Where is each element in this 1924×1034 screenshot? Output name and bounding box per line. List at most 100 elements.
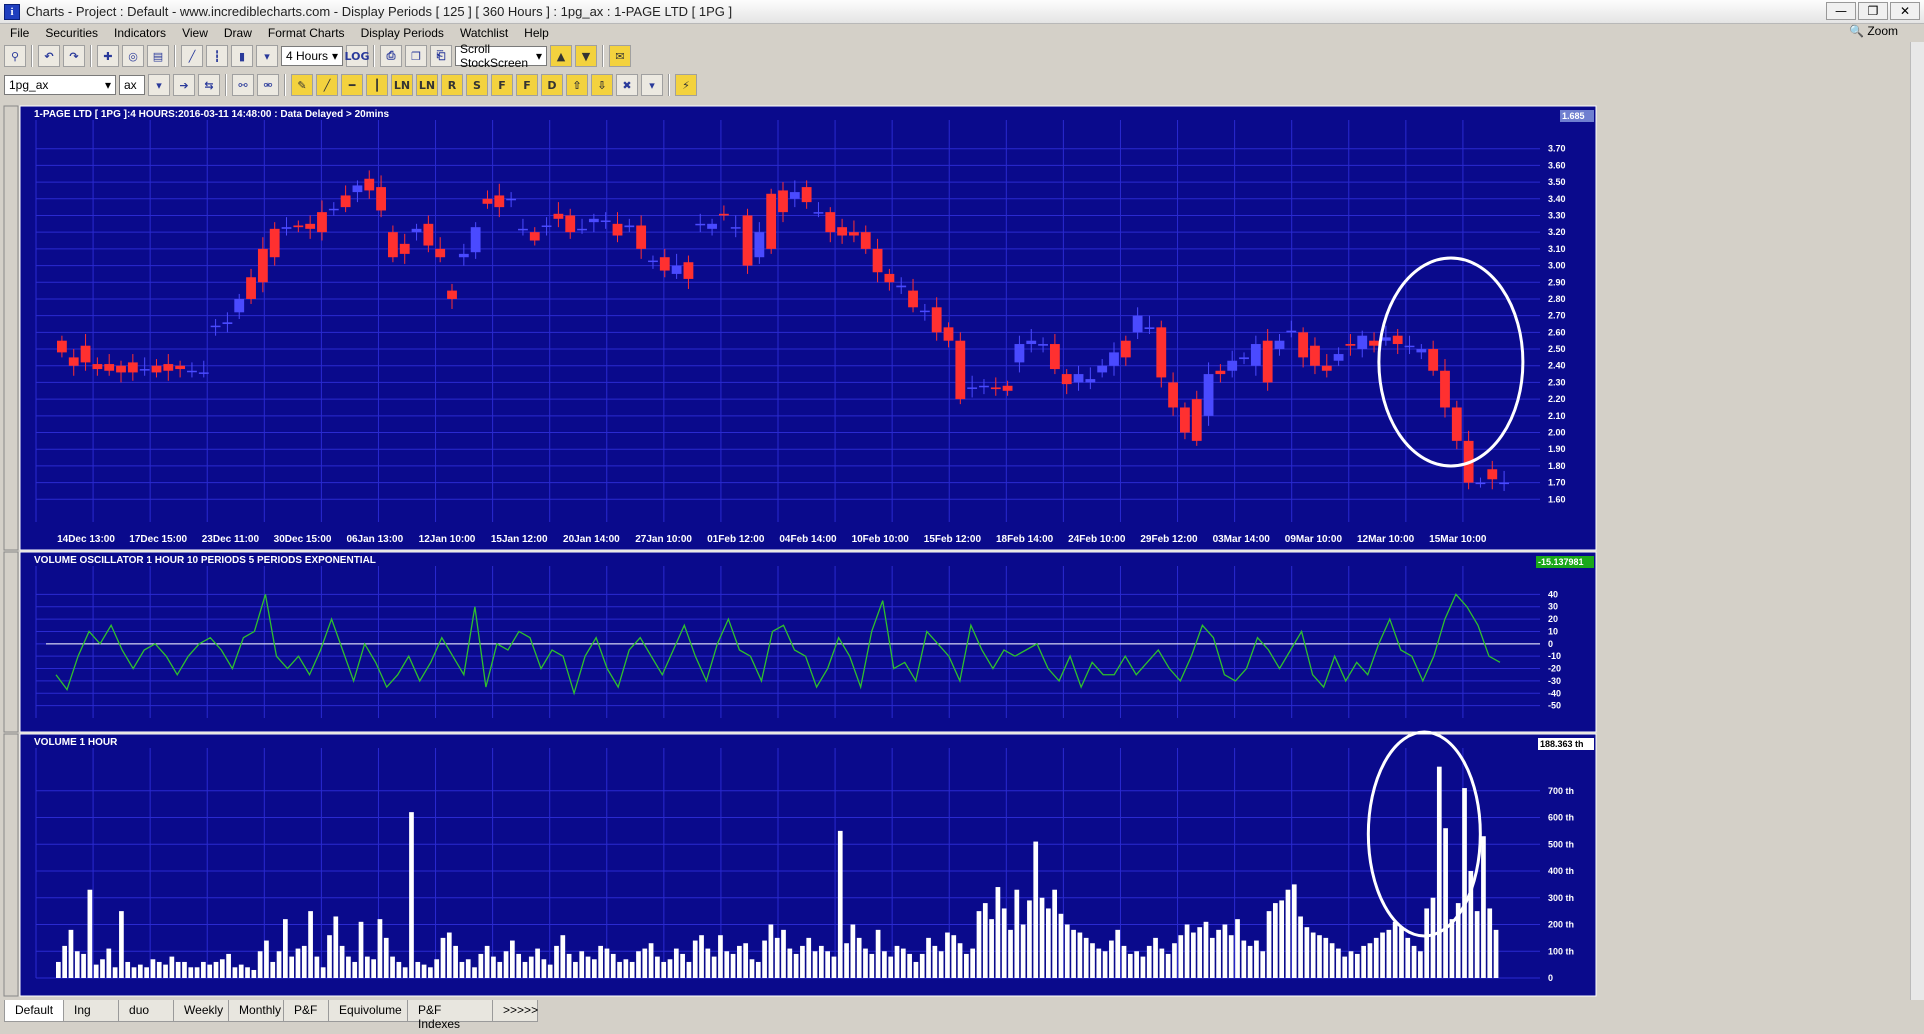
line-tool-r[interactable]: R: [441, 74, 463, 96]
down-arrow-marker-icon[interactable]: ⇩: [591, 74, 613, 96]
volume-bar: [629, 961, 635, 978]
horizontal-line-icon[interactable]: ━: [341, 74, 363, 96]
next-security-icon[interactable]: ➔: [173, 74, 195, 96]
line-tool-s[interactable]: S: [466, 74, 488, 96]
menu-view[interactable]: View: [182, 26, 208, 40]
volume-bar: [188, 967, 194, 978]
line-tool-f[interactable]: F: [491, 74, 513, 96]
tab-equivolume[interactable]: Equivolume: [328, 1000, 409, 1022]
arrow-down-icon[interactable]: ▼: [575, 45, 597, 67]
candle: [352, 185, 363, 193]
volume-bar: [440, 937, 446, 978]
volume-bar: [749, 959, 755, 978]
exchange-dropdown-icon[interactable]: ▾: [148, 74, 170, 96]
tab-weekly[interactable]: Weekly: [173, 1000, 230, 1022]
volume-bar: [497, 961, 503, 978]
volume-bar: [1096, 948, 1102, 978]
time-axis-label: 06Jan 13:00: [346, 534, 403, 545]
trendline-icon[interactable]: ╱: [316, 74, 338, 96]
volume-bar: [156, 961, 162, 978]
binoculars-icon[interactable]: ⚯: [232, 74, 254, 96]
tab-ing[interactable]: Ing: [63, 1000, 120, 1022]
scroll-mode-select[interactable]: Scroll StockScreen ▾: [455, 42, 547, 70]
print-icon[interactable]: ⎗: [430, 45, 452, 67]
page-search-icon[interactable]: ⎙: [380, 45, 402, 67]
menu-securities[interactable]: Securities: [45, 26, 98, 40]
menu-format-charts[interactable]: Format Charts: [268, 26, 345, 40]
log-scale-button[interactable]: LOG: [345, 45, 370, 67]
watchlist-select[interactable]: 1pg_ax ▾: [4, 75, 116, 95]
up-arrow-marker-icon[interactable]: ⇧: [566, 74, 588, 96]
tab-more[interactable]: >>>>>: [492, 1000, 538, 1022]
tab-monthly[interactable]: Monthly: [228, 1000, 285, 1022]
crosshair-icon[interactable]: ✚: [97, 45, 119, 67]
menu-help[interactable]: Help: [524, 26, 549, 40]
volume-bar: [1386, 929, 1392, 978]
candle: [553, 213, 564, 219]
toolbar-dropdown-icon[interactable]: ▾: [641, 74, 663, 96]
volume-bar: [1045, 908, 1051, 978]
chart-tabs: Default Ing duo Weekly Monthly P&F Equiv…: [0, 1000, 1924, 1031]
volume-bar: [604, 948, 610, 978]
menu-file[interactable]: File: [10, 26, 29, 40]
candle-chart-icon[interactable]: ▮: [231, 45, 253, 67]
volume-bar: [346, 956, 351, 978]
volume-bar: [787, 948, 793, 978]
close-button[interactable]: ✕: [1890, 2, 1920, 20]
menu-indicators[interactable]: Indicators: [114, 26, 166, 40]
line-tool-ln[interactable]: LN: [391, 74, 413, 96]
menu-display-periods[interactable]: Display Periods: [361, 26, 444, 40]
vertical-line-icon[interactable]: ┃: [366, 74, 388, 96]
minimize-button[interactable]: —: [1826, 2, 1856, 20]
tab-default[interactable]: Default: [4, 1000, 65, 1022]
pencil-icon[interactable]: ✎: [291, 74, 313, 96]
line-tool-ln-2[interactable]: LN: [416, 74, 438, 96]
line-chart-icon[interactable]: ╱: [181, 45, 203, 67]
bar-chart-icon[interactable]: ┇: [206, 45, 228, 67]
menu-draw[interactable]: Draw: [224, 26, 252, 40]
candle: [317, 212, 327, 233]
previous-security-icon[interactable]: ⇆: [198, 74, 220, 96]
email-icon[interactable]: ✉: [609, 45, 631, 67]
window-title: Charts - Project : Default - www.incredi…: [26, 4, 733, 19]
vertical-scrollbar[interactable]: [1910, 42, 1924, 1000]
copy-icon[interactable]: ❐: [405, 45, 427, 67]
volume-bar: [1014, 889, 1020, 978]
lightning-icon[interactable]: ⚡: [675, 74, 697, 96]
line-tool-f-2[interactable]: F: [516, 74, 538, 96]
find-next-icon[interactable]: ⚮: [257, 74, 279, 96]
tab-pf-indexes[interactable]: P&F Indexes: [407, 1000, 494, 1031]
time-axis-label: 10Feb 10:00: [852, 534, 910, 545]
price-tick-label: 1.60: [1548, 494, 1566, 504]
interval-select[interactable]: 4 Hours ▾: [281, 46, 343, 66]
chart-window-icon[interactable]: ▤: [147, 45, 169, 67]
exchange-select[interactable]: ax: [119, 75, 145, 95]
delete-icon[interactable]: ✖: [616, 74, 638, 96]
redo-icon[interactable]: ↷: [63, 45, 85, 67]
candle: [293, 225, 304, 228]
target-icon[interactable]: ◎: [122, 45, 144, 67]
menu-watchlist[interactable]: Watchlist: [460, 26, 508, 40]
main-toolbar: ⚲ ↶ ↷ ✚ ◎ ▤ ╱ ┇ ▮ ▾ 4 Hours ▾ LOG ⎙ ❐ ⎗ S…: [4, 42, 631, 70]
volume-bar: [705, 948, 711, 978]
arrow-up-icon[interactable]: ▲: [550, 45, 572, 67]
volume-bar: [1216, 929, 1221, 978]
zoom-button[interactable]: 🔍 Zoom: [1849, 24, 1898, 38]
volume-bar: [743, 943, 749, 978]
magnifier-icon[interactable]: ⚲: [4, 45, 26, 67]
volume-bar: [636, 951, 641, 978]
volume-bar: [591, 959, 597, 978]
chart-area[interactable]: 3.70 3.60 3.50 3.40 3.30 3.20 3.10 3.00 2.90 2.80…: [0, 102, 1924, 998]
chart-style-dropdown-icon[interactable]: ▾: [256, 45, 278, 67]
candle: [328, 208, 339, 211]
candle: [1002, 385, 1013, 391]
tab-pf[interactable]: P&F: [283, 1000, 330, 1022]
volume-bar: [1285, 889, 1291, 978]
undo-icon[interactable]: ↶: [38, 45, 60, 67]
volume-bar: [276, 951, 282, 978]
restore-button[interactable]: ❐: [1858, 2, 1888, 20]
tab-duo[interactable]: duo: [118, 1000, 175, 1022]
line-tool-d[interactable]: D: [541, 74, 563, 96]
volume-bar: [1020, 924, 1026, 978]
chart-canvas[interactable]: 3.70 3.60 3.50 3.40 3.30 3.20 3.10 3.00 2.90 2.80…: [0, 102, 1910, 998]
